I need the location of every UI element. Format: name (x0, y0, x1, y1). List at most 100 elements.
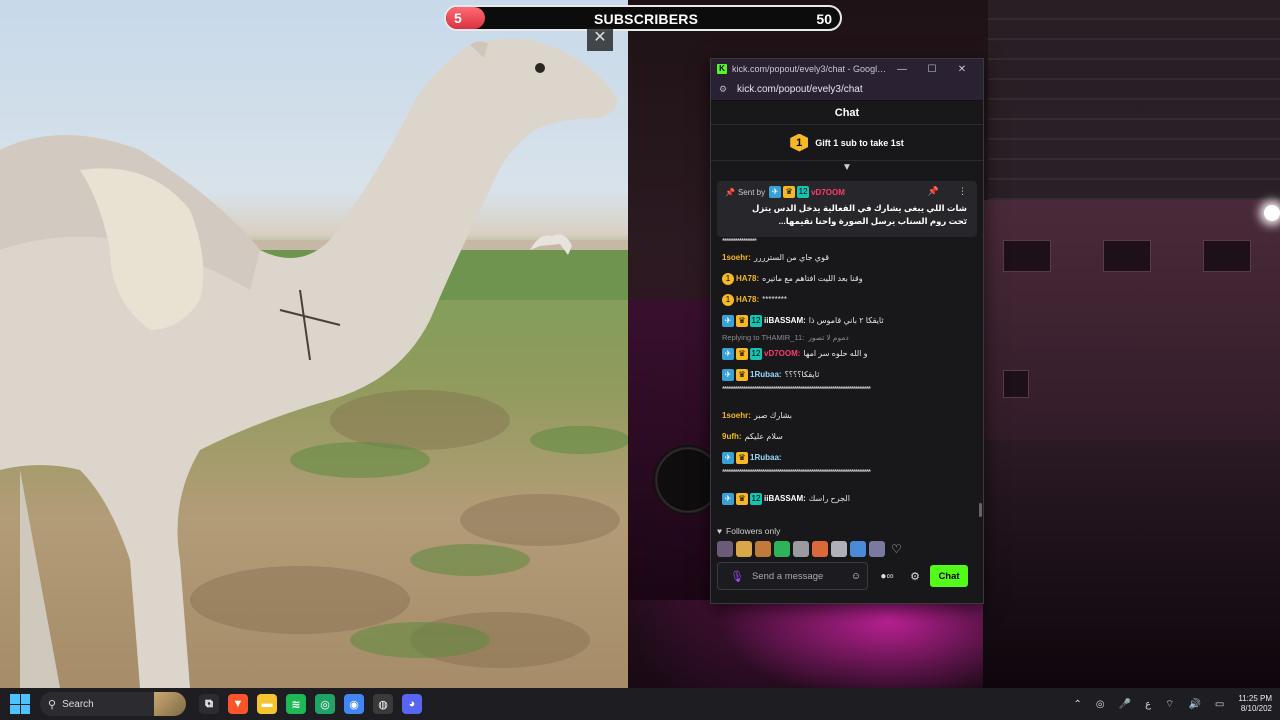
close-window-button[interactable]: ✕ (947, 64, 977, 75)
chat-username[interactable]: 1soehr: (722, 411, 751, 420)
send-chat-button[interactable]: Chat (930, 565, 968, 587)
verified-badge-icon: ✈ (722, 368, 734, 381)
input-language-indicator[interactable]: ع (1145, 699, 1151, 710)
discord-app-icon[interactable]: ◕ (402, 694, 422, 714)
gift-sub-banner[interactable]: 1 Gift 1 sub to take 1st (711, 125, 983, 161)
more-options-icon[interactable]: ⋮ (958, 186, 967, 197)
emote-thumbnail[interactable] (793, 541, 809, 557)
subscriber-goal-target: 50 (816, 11, 832, 27)
chat-username[interactable]: 1Rubaa: (750, 453, 782, 462)
favorite-emotes-icon[interactable]: ♡ (891, 542, 902, 556)
crown-badge-icon: ♛ (736, 314, 748, 327)
clock-time: 11:25 PM (1238, 694, 1272, 703)
emote-thumbnail[interactable] (717, 541, 733, 557)
obs-app-icon[interactable]: ◍ (373, 694, 393, 714)
chevron-up-icon[interactable]: ⌃ (1073, 699, 1081, 710)
crown-badge-icon: ♛ (783, 186, 796, 198)
emote-thumbnail[interactable] (850, 541, 866, 557)
address-bar[interactable]: ⚙ kick.com/popout/evely3/chat (711, 79, 983, 101)
subscriber-goal-bar: 5 SUBSCRIBERS 50 (444, 5, 842, 31)
emote-bar: ♡ (711, 539, 983, 559)
windows-taskbar: ⚲ Search ⧉ ▼ ▬ ≋ ◎ ◉ ◍ ◕ ⌃ ◎ 🎤 ع ⌔ 🔊 ▭ 11:25 PM… (0, 688, 1280, 720)
taskbar-clock[interactable]: 11:25 PM 8/10/202 (1238, 694, 1272, 714)
chat-username[interactable]: 1Rubaa: (750, 370, 782, 379)
microphone-icon[interactable]: 🎙 (730, 570, 744, 583)
emote-thumbnail[interactable] (755, 541, 771, 557)
chat-header: Chat (711, 101, 983, 125)
channel-points-icon[interactable]: ●∞ (874, 571, 900, 582)
network-icon[interactable]: ◎ (1096, 699, 1105, 710)
crown-badge-icon: ♛ (736, 492, 748, 505)
green-app-icon[interactable]: ◎ (315, 694, 335, 714)
chat-message-text: و الله حلوه سر امها (803, 349, 868, 358)
camel-photo (0, 0, 628, 688)
message-input[interactable] (751, 570, 851, 582)
chat-username[interactable]: iiBASSAM: (764, 316, 806, 325)
camel-illustration (0, 38, 628, 688)
volume-icon[interactable]: 🔊 (1188, 699, 1200, 710)
emote-thumbnail[interactable] (736, 541, 752, 557)
gift-rank-badge: 1 (790, 133, 809, 152)
verified-badge-icon: ✈ (722, 492, 734, 505)
minimize-button[interactable]: — (887, 64, 917, 75)
chat-username[interactable]: HA78: (736, 274, 759, 283)
windows-start-icon[interactable] (10, 694, 30, 714)
overlay-close-button[interactable]: ✕ (587, 27, 613, 51)
emote-thumbnail[interactable] (774, 541, 790, 557)
chat-username[interactable]: vD7OOM: (764, 349, 800, 358)
collapse-leaderboard-icon[interactable]: ▼ (711, 161, 983, 177)
pinned-username[interactable]: vD7OOM (811, 188, 845, 197)
emote-thumbnail[interactable] (869, 541, 885, 557)
maximize-button[interactable]: ☐ (917, 64, 947, 75)
address-url[interactable]: kick.com/popout/evely3/chat (737, 84, 863, 95)
chat-message-text: ******** (762, 295, 788, 304)
subscriber-goal-fill (446, 7, 486, 29)
chat-message-list[interactable]: **************** 1soehr: قوي جاي من الستر… (711, 237, 983, 523)
chat-username[interactable]: iiBASSAM: (764, 494, 806, 503)
file-explorer-app-icon[interactable]: ▬ (257, 694, 277, 714)
chat-message[interactable]: 1soehr: بشارك صبر (722, 405, 972, 426)
window-titlebar[interactable]: K kick.com/popout/evely3/chat - Google C… (711, 59, 983, 79)
verified-badge-icon: ✈ (769, 186, 782, 198)
message-box[interactable]: 🎙 ☺ (717, 562, 868, 590)
wifi-icon[interactable]: ⌔ (1165, 698, 1174, 711)
emote-thumbnail[interactable] (831, 541, 847, 557)
chat-message-partial: **************** (722, 237, 757, 246)
emoji-icon[interactable]: ☺ (851, 571, 861, 582)
taskbar-search-box[interactable]: ⚲ Search (40, 692, 186, 716)
chat-message[interactable]: 9ufh: سلام عليكم (722, 426, 972, 447)
chat-username[interactable]: 1soehr: (722, 253, 751, 262)
chevron-down-icon[interactable]: ⌄ (961, 213, 969, 224)
microphone-tray-icon[interactable]: 🎤 (1119, 699, 1131, 710)
chat-message[interactable]: ✈ ♛ 1Rubaa: (722, 447, 972, 468)
subscriber-badge-icon: 12 (797, 186, 810, 198)
emote-thumbnail[interactable] (812, 541, 828, 557)
chat-message[interactable]: ✈ ♛ 1Rubaa: ثايقكا؟؟؟؟ (722, 364, 972, 385)
chat-message[interactable]: 1 HA78: ******** (722, 289, 972, 310)
chat-username[interactable]: HA78: (736, 295, 759, 304)
pinned-message-text: شات اللي يبغى يشارك في الفعالية يدخل الد… (751, 203, 967, 226)
building-window (1003, 370, 1029, 398)
chat-message[interactable]: 1 HA78: وقنا بعد الليت افتاهم مع ماتيره (722, 268, 972, 289)
gear-icon[interactable]: ⚙ (906, 570, 924, 583)
chat-message[interactable]: ✈ ♛ 12 vD7OOM: و الله حلوه سر امها (722, 343, 972, 364)
gift-sub-text: Gift 1 sub to take 1st (815, 137, 904, 148)
site-info-icon[interactable]: ⚙ (719, 84, 731, 95)
chat-message[interactable]: 1soehr: قوي جاي من السترررر (722, 247, 972, 268)
clock-date: 8/10/202 (1240, 704, 1272, 713)
spotify-app-icon[interactable]: ≋ (286, 694, 306, 714)
brave-app-icon[interactable]: ▼ (228, 694, 248, 714)
followers-only-notice: ♥ Followers only (711, 523, 983, 539)
chat-scrollbar[interactable] (979, 503, 982, 517)
chat-username[interactable]: 9ufh: (722, 432, 742, 441)
followers-only-label: Followers only (726, 526, 781, 536)
task-view-app-icon[interactable]: ⧉ (199, 694, 219, 714)
reply-context: Replying to THAMIR_11: دموم لا تصور (722, 331, 972, 343)
chat-message[interactable]: ✈ ♛ 12 iiBASSAM: ثايقكا ٢ باني قاموس ذا (722, 310, 972, 331)
taskbar-search-label: Search (62, 698, 94, 710)
battery-icon[interactable]: ▭ (1215, 699, 1224, 710)
crown-badge-icon: ♛ (736, 368, 748, 381)
unpin-icon[interactable]: 📌 (928, 186, 939, 197)
chat-message[interactable]: ✈ ♛ 12 iiBASSAM: الجرح راسك (722, 488, 972, 509)
chrome-app-icon[interactable]: ◉ (344, 694, 364, 714)
